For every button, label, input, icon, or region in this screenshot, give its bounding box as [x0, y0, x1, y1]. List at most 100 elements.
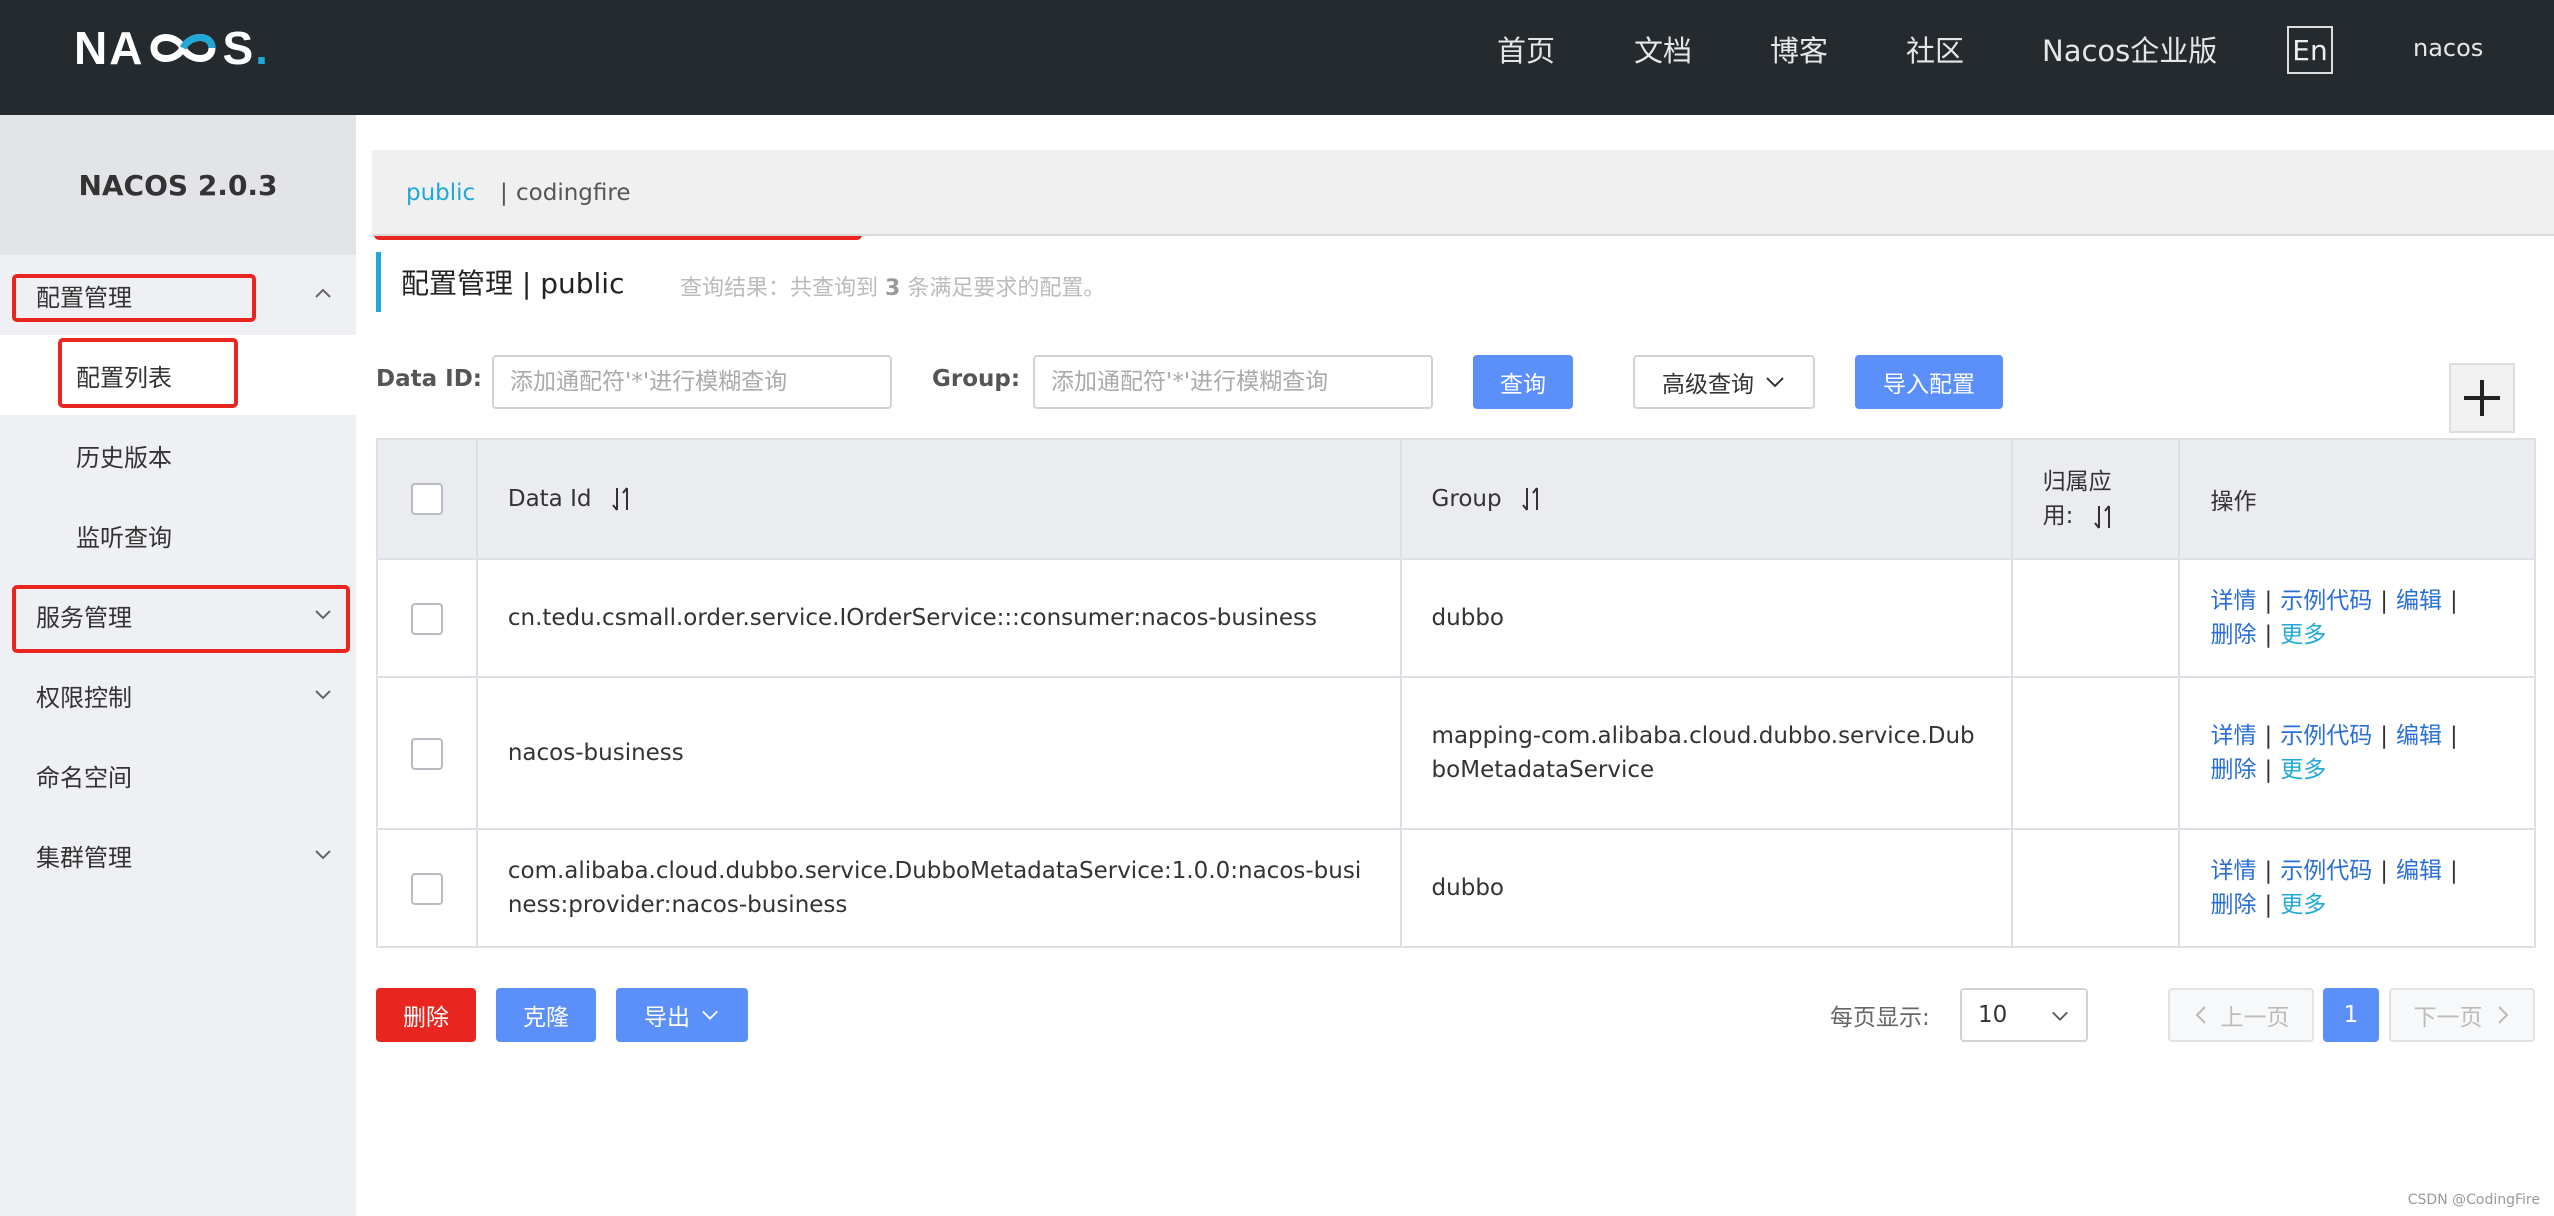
- edit-link[interactable]: 编辑: [2396, 588, 2442, 614]
- chevron-left-icon: [2195, 1006, 2206, 1024]
- op-separator: |: [2380, 723, 2388, 749]
- sort-icon[interactable]: [1521, 486, 1543, 512]
- namespace-bar: [372, 150, 2554, 236]
- language-switch-button[interactable]: En: [2287, 26, 2333, 74]
- delete-link[interactable]: 删除: [2210, 892, 2256, 918]
- op-separator: |: [2380, 588, 2388, 614]
- search-button[interactable]: 查询: [1473, 355, 1573, 409]
- batch-delete-button[interactable]: 删除: [376, 988, 476, 1042]
- nav-community[interactable]: 社区: [1906, 28, 1964, 70]
- op-separator: |: [2264, 622, 2273, 648]
- column-label: 用:: [2042, 503, 2074, 529]
- sidebar-item-label: 命名空间: [36, 763, 132, 792]
- cell-app: [2010, 558, 2181, 678]
- more-link[interactable]: 更多: [2280, 757, 2326, 783]
- page-size-value: 10: [1978, 1002, 2008, 1028]
- sample-code-link[interactable]: 示例代码: [2280, 723, 2372, 749]
- op-separator: |: [2264, 858, 2273, 884]
- sidebar-item-access-control[interactable]: 权限控制: [0, 655, 356, 735]
- column-header-data-id[interactable]: Data Id: [475, 438, 1402, 560]
- nav-enterprise[interactable]: Nacos企业版: [2042, 28, 2217, 70]
- op-separator: |: [2380, 858, 2388, 884]
- hint-prefix: 查询结果：共查询到: [680, 276, 879, 301]
- logo-text-right: S: [222, 22, 256, 74]
- sidebar-item-config-management[interactable]: 配置管理: [0, 255, 356, 335]
- clone-button[interactable]: 克隆: [496, 988, 596, 1042]
- sidebar-item-label: 权限控制: [36, 683, 132, 712]
- sidebar-item-label: 监听查询: [76, 523, 172, 552]
- delete-link[interactable]: 删除: [2210, 757, 2256, 783]
- chevron-down-icon: [315, 610, 331, 620]
- row-checkbox[interactable]: [410, 602, 443, 635]
- import-config-button[interactable]: 导入配置: [1855, 355, 2003, 409]
- sidebar-item-cluster-management[interactable]: 集群管理: [0, 815, 356, 895]
- namespace-codingfire-link[interactable]: codingfire: [516, 180, 630, 206]
- logo-infinity-icon: [146, 28, 220, 68]
- page-number-button[interactable]: 1: [2323, 988, 2379, 1042]
- advanced-query-label: 高级查询: [1662, 372, 1754, 398]
- edit-link[interactable]: 编辑: [2396, 723, 2442, 749]
- nav-home[interactable]: 首页: [1497, 28, 1555, 70]
- plus-icon: [2464, 380, 2500, 416]
- op-separator: |: [2449, 723, 2458, 749]
- sidebar: NACOS 2.0.3 配置管理 配置列表 历史版本 监听查询 服务管理 权限控…: [0, 115, 356, 1216]
- sidebar-item-history[interactable]: 历史版本: [0, 415, 356, 495]
- row-checkbox-cell: [376, 828, 478, 948]
- sidebar-item-listener-query[interactable]: 监听查询: [0, 495, 356, 575]
- page-title: 配置管理 | public: [401, 267, 625, 300]
- page-size-select[interactable]: 10: [1960, 988, 2088, 1042]
- nav-blog[interactable]: 博客: [1770, 28, 1828, 70]
- more-link[interactable]: 更多: [2280, 622, 2326, 648]
- sidebar-item-label: 配置管理: [36, 283, 132, 312]
- sort-icon[interactable]: [2093, 504, 2115, 530]
- row-checkbox[interactable]: [410, 737, 443, 770]
- column-label: Group: [1431, 485, 1502, 512]
- sidebar-item-label: 服务管理: [36, 603, 132, 632]
- column-header-group[interactable]: Group: [1399, 438, 2013, 560]
- more-link[interactable]: 更多: [2280, 892, 2326, 918]
- chevron-up-icon: [315, 288, 331, 298]
- row-checkbox[interactable]: [410, 872, 443, 905]
- prev-page-button[interactable]: 上一页: [2168, 988, 2314, 1042]
- advanced-query-button[interactable]: 高级查询: [1633, 355, 1815, 409]
- hint-count: 3: [885, 276, 901, 301]
- sidebar-item-namespace[interactable]: 命名空间: [0, 735, 356, 815]
- export-button[interactable]: 导出: [616, 988, 748, 1042]
- data-id-label: Data ID:: [376, 366, 482, 392]
- cell-data-id: nacos-business: [475, 676, 1402, 830]
- chevron-down-icon: [702, 1010, 718, 1020]
- column-header-app[interactable]: 归属应 用:: [2010, 438, 2181, 560]
- sort-icon[interactable]: [611, 486, 633, 512]
- chevron-down-icon: [315, 690, 331, 700]
- sample-code-link[interactable]: 示例代码: [2280, 588, 2372, 614]
- cell-ops: 详情 | 示例代码 | 编辑 | 删除 | 更多: [2178, 558, 2536, 678]
- sidebar-item-config-list[interactable]: 配置列表: [0, 335, 356, 415]
- namespace-public-link[interactable]: public: [406, 180, 475, 206]
- delete-link[interactable]: 删除: [2210, 622, 2256, 648]
- detail-link[interactable]: 详情: [2210, 723, 2256, 749]
- cell-ops: 详情 | 示例代码 | 编辑 | 删除 | 更多: [2178, 828, 2536, 948]
- data-id-input[interactable]: [492, 355, 892, 409]
- group-input[interactable]: [1033, 355, 1433, 409]
- add-config-button[interactable]: [2449, 363, 2515, 433]
- prev-page-label: 上一页: [2220, 1005, 2290, 1031]
- chevron-right-icon: [2497, 1006, 2508, 1024]
- detail-link[interactable]: 详情: [2210, 858, 2256, 884]
- nacos-logo[interactable]: NA S.: [74, 18, 270, 78]
- edit-link[interactable]: 编辑: [2396, 858, 2442, 884]
- nav-docs[interactable]: 文档: [1634, 28, 1692, 70]
- cell-app: [2010, 828, 2181, 948]
- logo-dot: .: [255, 22, 270, 74]
- user-name[interactable]: nacos: [2413, 34, 2483, 62]
- watermark: CSDN @CodingFire: [2407, 1192, 2540, 1208]
- detail-link[interactable]: 详情: [2210, 588, 2256, 614]
- row-checkbox-cell: [376, 558, 478, 678]
- chevron-down-icon: [2052, 1011, 2068, 1021]
- cell-group: dubbo: [1399, 828, 2013, 948]
- select-all-checkbox[interactable]: [410, 483, 443, 515]
- sample-code-link[interactable]: 示例代码: [2280, 858, 2372, 884]
- namespace-separator: |: [500, 180, 508, 206]
- export-label: 导出: [644, 1005, 690, 1031]
- next-page-button[interactable]: 下一页: [2389, 988, 2535, 1042]
- sidebar-item-service-management[interactable]: 服务管理: [0, 575, 356, 655]
